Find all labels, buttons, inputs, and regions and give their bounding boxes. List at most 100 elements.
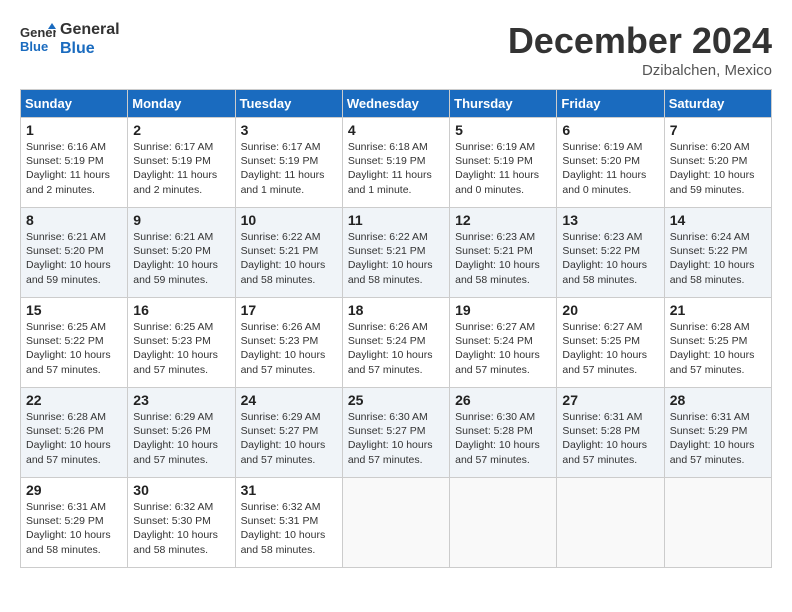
day-info: Sunrise: 6:31 AMSunset: 5:29 PMDaylight:… (670, 410, 766, 467)
calendar-cell: 3 Sunrise: 6:17 AMSunset: 5:19 PMDaylight… (235, 118, 342, 208)
day-info: Sunrise: 6:29 AMSunset: 5:27 PMDaylight:… (241, 410, 337, 467)
day-header-sunday: Sunday (21, 90, 128, 118)
day-info: Sunrise: 6:28 AMSunset: 5:26 PMDaylight:… (26, 410, 122, 467)
calendar-week-3: 15 Sunrise: 6:25 AMSunset: 5:22 PMDayligh… (21, 298, 772, 388)
day-info: Sunrise: 6:31 AMSunset: 5:28 PMDaylight:… (562, 410, 658, 467)
calendar-cell: 30Sunrise: 6:32 AMSunset: 5:30 PMDayligh… (128, 478, 235, 568)
day-number: 5 (455, 122, 551, 138)
day-number: 21 (670, 302, 766, 318)
day-info: Sunrise: 6:28 AMSunset: 5:25 PMDaylight:… (670, 320, 766, 377)
calendar-cell: 21 Sunrise: 6:28 AMSunset: 5:25 PMDayligh… (664, 298, 771, 388)
location: Dzibalchen, Mexico (508, 62, 772, 79)
day-info: Sunrise: 6:31 AMSunset: 5:29 PMDaylight:… (26, 500, 122, 557)
calendar-cell: 13Sunrise: 6:23 AMSunset: 5:22 PMDayligh… (557, 208, 664, 298)
day-info: Sunrise: 6:29 AMSunset: 5:26 PMDaylight:… (133, 410, 229, 467)
svg-text:Blue: Blue (20, 39, 48, 54)
calendar-cell: 10Sunrise: 6:22 AMSunset: 5:21 PMDayligh… (235, 208, 342, 298)
day-number: 4 (348, 122, 444, 138)
calendar-cell: 31Sunrise: 6:32 AMSunset: 5:31 PMDayligh… (235, 478, 342, 568)
calendar-cell: 26Sunrise: 6:30 AMSunset: 5:28 PMDayligh… (450, 388, 557, 478)
calendar-cell: 15 Sunrise: 6:25 AMSunset: 5:22 PMDayligh… (21, 298, 128, 388)
calendar-cell: 6 Sunrise: 6:19 AMSunset: 5:20 PMDaylight… (557, 118, 664, 208)
calendar-cell (557, 478, 664, 568)
day-info: Sunrise: 6:26 AMSunset: 5:23 PMDaylight:… (241, 320, 337, 377)
page-header: General Blue General Blue December 2024 … (20, 20, 772, 79)
day-number: 17 (241, 302, 337, 318)
calendar-week-4: 22 Sunrise: 6:28 AMSunset: 5:26 PMDayligh… (21, 388, 772, 478)
logo-line1: General (60, 20, 120, 39)
day-header-wednesday: Wednesday (342, 90, 449, 118)
calendar-cell: 1 Sunrise: 6:16 AMSunset: 5:19 PMDaylight… (21, 118, 128, 208)
day-number: 28 (670, 392, 766, 408)
day-info: Sunrise: 6:30 AMSunset: 5:27 PMDaylight:… (348, 410, 444, 467)
day-info: Sunrise: 6:22 AMSunset: 5:21 PMDaylight:… (348, 230, 444, 287)
day-number: 25 (348, 392, 444, 408)
day-info: Sunrise: 6:27 AMSunset: 5:25 PMDaylight:… (562, 320, 658, 377)
day-header-tuesday: Tuesday (235, 90, 342, 118)
day-number: 26 (455, 392, 551, 408)
day-number: 10 (241, 212, 337, 228)
calendar-cell: 18 Sunrise: 6:26 AMSunset: 5:24 PMDayligh… (342, 298, 449, 388)
day-info: Sunrise: 6:16 AMSunset: 5:19 PMDaylight:… (26, 140, 122, 197)
calendar-week-1: 1 Sunrise: 6:16 AMSunset: 5:19 PMDaylight… (21, 118, 772, 208)
day-header-monday: Monday (128, 90, 235, 118)
day-number: 24 (241, 392, 337, 408)
day-number: 19 (455, 302, 551, 318)
day-number: 3 (241, 122, 337, 138)
calendar-cell: 8Sunrise: 6:21 AMSunset: 5:20 PMDaylight… (21, 208, 128, 298)
calendar-week-5: 29 Sunrise: 6:31 AMSunset: 5:29 PMDayligh… (21, 478, 772, 568)
day-info: Sunrise: 6:17 AMSunset: 5:19 PMDaylight:… (241, 140, 337, 197)
day-info: Sunrise: 6:19 AMSunset: 5:19 PMDaylight:… (455, 140, 551, 197)
day-header-thursday: Thursday (450, 90, 557, 118)
day-number: 2 (133, 122, 229, 138)
logo-icon: General Blue (20, 21, 56, 57)
day-info: Sunrise: 6:17 AMSunset: 5:19 PMDaylight:… (133, 140, 229, 197)
day-number: 6 (562, 122, 658, 138)
calendar-cell: 20 Sunrise: 6:27 AMSunset: 5:25 PMDayligh… (557, 298, 664, 388)
day-header-saturday: Saturday (664, 90, 771, 118)
calendar-cell: 9Sunrise: 6:21 AMSunset: 5:20 PMDaylight… (128, 208, 235, 298)
calendar-cell: 23Sunrise: 6:29 AMSunset: 5:26 PMDayligh… (128, 388, 235, 478)
calendar-week-2: 8Sunrise: 6:21 AMSunset: 5:20 PMDaylight… (21, 208, 772, 298)
calendar-cell: 24 Sunrise: 6:29 AMSunset: 5:27 PMDayligh… (235, 388, 342, 478)
day-number: 29 (26, 482, 122, 498)
day-number: 13 (562, 212, 658, 228)
calendar-cell: 25 Sunrise: 6:30 AMSunset: 5:27 PMDayligh… (342, 388, 449, 478)
day-number: 18 (348, 302, 444, 318)
calendar-cell: 27Sunrise: 6:31 AMSunset: 5:28 PMDayligh… (557, 388, 664, 478)
day-number: 15 (26, 302, 122, 318)
month-title: December 2024 (508, 20, 772, 62)
calendar-cell: 12 Sunrise: 6:23 AMSunset: 5:21 PMDayligh… (450, 208, 557, 298)
day-info: Sunrise: 6:25 AMSunset: 5:22 PMDaylight:… (26, 320, 122, 377)
calendar-cell: 11 Sunrise: 6:22 AMSunset: 5:21 PMDayligh… (342, 208, 449, 298)
day-number: 31 (241, 482, 337, 498)
day-info: Sunrise: 6:23 AMSunset: 5:21 PMDaylight:… (455, 230, 551, 287)
day-number: 22 (26, 392, 122, 408)
calendar-cell: 17 Sunrise: 6:26 AMSunset: 5:23 PMDayligh… (235, 298, 342, 388)
day-info: Sunrise: 6:21 AMSunset: 5:20 PMDaylight:… (26, 230, 122, 287)
day-info: Sunrise: 6:24 AMSunset: 5:22 PMDaylight:… (670, 230, 766, 287)
day-number: 12 (455, 212, 551, 228)
calendar-cell: 4 Sunrise: 6:18 AMSunset: 5:19 PMDaylight… (342, 118, 449, 208)
calendar-cell (664, 478, 771, 568)
calendar-header-row: SundayMondayTuesdayWednesdayThursdayFrid… (21, 90, 772, 118)
day-number: 7 (670, 122, 766, 138)
day-number: 20 (562, 302, 658, 318)
day-number: 9 (133, 212, 229, 228)
day-number: 11 (348, 212, 444, 228)
day-info: Sunrise: 6:19 AMSunset: 5:20 PMDaylight:… (562, 140, 658, 197)
calendar-cell: 29 Sunrise: 6:31 AMSunset: 5:29 PMDayligh… (21, 478, 128, 568)
day-info: Sunrise: 6:25 AMSunset: 5:23 PMDaylight:… (133, 320, 229, 377)
day-info: Sunrise: 6:27 AMSunset: 5:24 PMDaylight:… (455, 320, 551, 377)
calendar-cell: 22 Sunrise: 6:28 AMSunset: 5:26 PMDayligh… (21, 388, 128, 478)
day-info: Sunrise: 6:18 AMSunset: 5:19 PMDaylight:… (348, 140, 444, 197)
day-info: Sunrise: 6:26 AMSunset: 5:24 PMDaylight:… (348, 320, 444, 377)
logo: General Blue General Blue (20, 20, 120, 58)
calendar-cell (342, 478, 449, 568)
day-info: Sunrise: 6:32 AMSunset: 5:30 PMDaylight:… (133, 500, 229, 557)
day-header-friday: Friday (557, 90, 664, 118)
title-block: December 2024 Dzibalchen, Mexico (508, 20, 772, 79)
calendar-cell: 7Sunrise: 6:20 AMSunset: 5:20 PMDaylight… (664, 118, 771, 208)
day-number: 1 (26, 122, 122, 138)
day-number: 14 (670, 212, 766, 228)
